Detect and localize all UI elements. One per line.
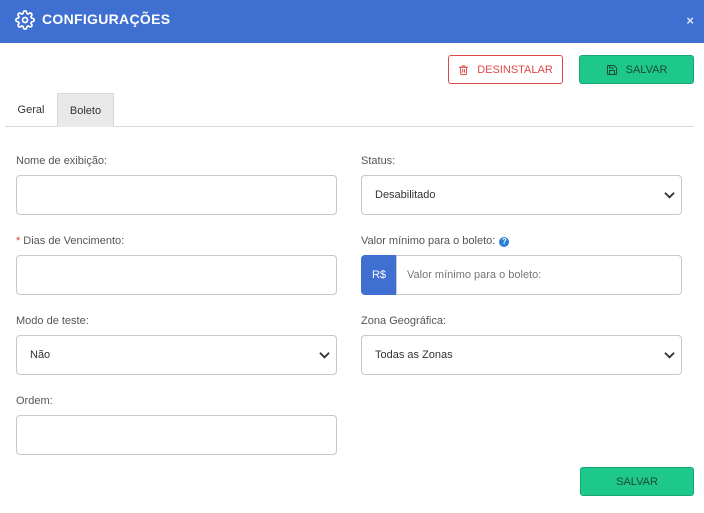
due-days-label: * Dias de Vencimento: bbox=[16, 235, 124, 247]
display-name-input[interactable] bbox=[16, 175, 337, 215]
help-icon[interactable]: ? bbox=[499, 237, 510, 247]
chevron-down-icon bbox=[664, 192, 675, 199]
test-mode-select[interactable]: Não bbox=[16, 335, 337, 375]
uninstall-button[interactable]: DESINSTALAR bbox=[448, 55, 563, 84]
tab-geral[interactable]: Geral bbox=[5, 93, 57, 127]
trash-icon bbox=[459, 64, 469, 75]
geo-zone-label: Zona Geográfica: bbox=[361, 315, 446, 327]
uninstall-label: DESINSTALAR bbox=[477, 63, 553, 76]
chevron-down-icon bbox=[664, 352, 675, 359]
min-value-label-text: Valor mínimo para o boleto: bbox=[361, 235, 496, 247]
test-mode-value: Não bbox=[30, 349, 51, 361]
order-label: Ordem: bbox=[16, 395, 53, 407]
test-mode-label: Modo de teste: bbox=[16, 315, 89, 327]
min-value-input-group: R$ bbox=[361, 255, 682, 295]
save-label: SALVAR bbox=[625, 63, 668, 76]
geo-zone-select[interactable]: Todas as Zonas bbox=[361, 335, 682, 375]
order-input[interactable] bbox=[16, 415, 337, 455]
close-icon[interactable]: × bbox=[686, 13, 694, 28]
modal-header: CONFIGURAÇÕES × bbox=[0, 0, 704, 43]
modal-title: CONFIGURAÇÕES bbox=[42, 11, 171, 27]
currency-prefix: R$ bbox=[361, 255, 397, 295]
status-value: Desabilitado bbox=[375, 189, 436, 201]
min-value-label: Valor mínimo para o boleto:? bbox=[361, 235, 510, 247]
save-button[interactable]: SALVAR bbox=[579, 55, 694, 84]
status-select[interactable]: Desabilitado bbox=[361, 175, 682, 215]
save-button-bottom[interactable]: SALVAR bbox=[580, 467, 694, 496]
display-name-label: Nome de exibição: bbox=[16, 155, 108, 167]
min-value-input[interactable] bbox=[396, 255, 682, 295]
gear-icon bbox=[15, 10, 35, 30]
chevron-down-icon bbox=[319, 352, 330, 359]
tab-bar: Geral Boleto bbox=[5, 93, 694, 127]
tab-boleto[interactable]: Boleto bbox=[57, 93, 114, 127]
required-mark: * bbox=[16, 235, 21, 247]
floppy-disk-icon bbox=[606, 64, 617, 75]
status-label: Status: bbox=[361, 155, 396, 167]
geo-zone-value: Todas as Zonas bbox=[375, 349, 453, 361]
due-days-input[interactable] bbox=[16, 255, 337, 295]
due-days-label-text: Dias de Vencimento: bbox=[23, 235, 125, 247]
